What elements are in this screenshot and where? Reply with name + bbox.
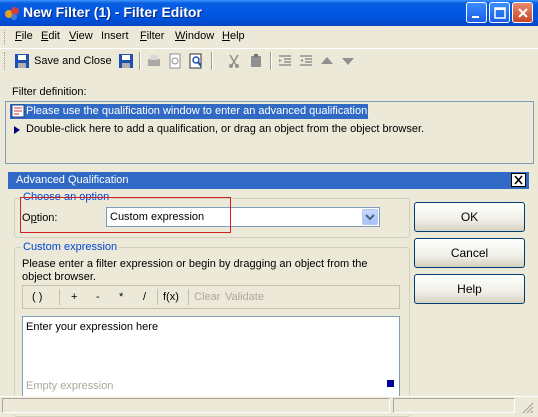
close-button[interactable] [512, 2, 533, 23]
save-close-label[interactable]: Save and Close [34, 55, 112, 67]
chevron-down-icon [365, 214, 375, 221]
resize-grip[interactable] [387, 380, 394, 387]
highlight-annotation [20, 197, 231, 233]
plus-button[interactable]: + [71, 291, 77, 303]
outdent-icon[interactable] [298, 53, 314, 69]
toolbar-separator [139, 52, 141, 70]
menu-help[interactable]: Help [222, 30, 245, 42]
toolbar-separator [270, 52, 272, 70]
menu-file[interactable]: File [15, 30, 33, 42]
ok-button[interactable]: OK [414, 202, 525, 232]
filter-definition-row-text: Double-click here to add a qualification… [26, 123, 425, 135]
maximize-button[interactable] [489, 2, 510, 23]
multiply-button[interactable]: * [119, 291, 123, 303]
cut-icon[interactable] [226, 53, 242, 69]
function-button[interactable]: f(x) [163, 291, 179, 303]
advanced-qualification-header: Advanced Qualification [8, 172, 529, 189]
validate-button[interactable]: Validate [225, 291, 264, 303]
filter-definition-row[interactable]: Double-click here to add a qualification… [10, 122, 424, 137]
move-down-icon[interactable] [340, 53, 356, 69]
parentheses-button[interactable]: ( ) [32, 291, 42, 303]
filter-definition-row-selected[interactable]: Please use the qualification window to e… [10, 104, 371, 119]
custom-expression-title: Custom expression [21, 241, 120, 253]
menu-view[interactable]: View [69, 30, 93, 42]
print-preview-icon[interactable] [167, 53, 183, 69]
option-dropdown-button[interactable] [362, 209, 378, 225]
save-icon[interactable] [118, 53, 134, 69]
custom-expression-help: Please enter a filter expression or begi… [22, 258, 368, 283]
print-icon[interactable] [146, 53, 162, 69]
toolbar-grip [4, 52, 7, 70]
toolbar-separator [211, 52, 213, 70]
close-icon [514, 175, 523, 185]
filter-definition-label: Filter definition: [12, 86, 87, 98]
title-bar: New Filter (1) - Filter Editor [0, 0, 538, 26]
cancel-button[interactable]: Cancel [414, 238, 525, 268]
menu-window[interactable]: Window [175, 30, 214, 42]
filter-definition-row-text: Please use the qualification window to e… [26, 105, 371, 117]
expression-toolbar-separator [157, 289, 158, 305]
menu-insert[interactable]: Insert [101, 30, 129, 42]
clear-button[interactable]: Clear [194, 291, 220, 303]
advanced-qualification-title: Advanced Qualification [16, 174, 129, 186]
size-grip-icon[interactable] [520, 401, 534, 414]
divide-button[interactable]: / [143, 291, 146, 303]
move-up-icon[interactable] [319, 53, 335, 69]
menu-grip [4, 30, 7, 45]
status-pane-main [2, 398, 390, 413]
indent-icon[interactable] [277, 53, 293, 69]
bullet-arrow-icon [13, 125, 21, 135]
app-icon [4, 5, 20, 21]
find-icon[interactable] [188, 53, 204, 69]
expression-toolbar-separator [188, 289, 189, 305]
minimize-button[interactable] [466, 2, 487, 23]
menu-filter[interactable]: Filter [140, 30, 164, 42]
advanced-close-button[interactable] [511, 173, 526, 187]
window-title: New Filter (1) - Filter Editor [23, 4, 202, 20]
save-close-icon[interactable] [14, 53, 30, 69]
paste-icon[interactable] [248, 53, 264, 69]
expression-toolbar-separator [59, 289, 60, 305]
qualification-icon [11, 104, 25, 118]
menu-edit[interactable]: Edit [41, 30, 60, 42]
status-pane-secondary [393, 398, 515, 413]
minus-button[interactable]: - [96, 291, 100, 303]
expression-placeholder: Enter your expression here [26, 321, 159, 333]
expression-status: Empty expression [26, 380, 114, 392]
help-button[interactable]: Help [414, 274, 525, 304]
